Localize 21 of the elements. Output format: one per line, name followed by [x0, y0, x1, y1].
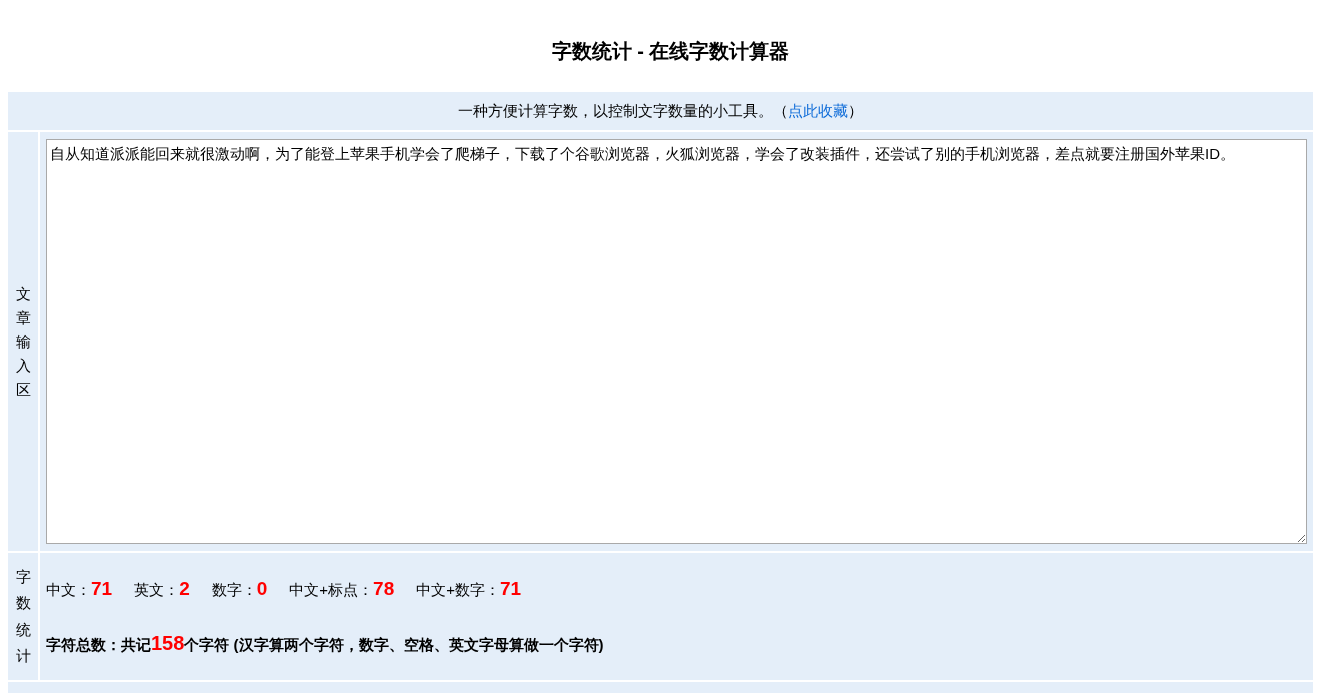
parenthesis: ） — [848, 100, 863, 121]
bookmark-link[interactable]: 点此收藏 — [788, 99, 848, 123]
stat-label: 数字： — [211, 580, 257, 601]
text-input-area[interactable]: 自从知道派派能回来就很激动啊，为了能登上苹果手机学会了爬梯子，下载了个谷歌浏览器，火狐浏览器，学会了改装插件，还尝试了别的手机浏览器，差点就要注册国外苹果ID。 — [46, 139, 1307, 544]
stat-label: 中文+标点： — [289, 580, 374, 601]
stats-label: 字数统计 — [15, 567, 31, 666]
total-note: 个字符 (汉字算两个字符，数字、空格、英文字母算做一个字符) — [184, 634, 604, 655]
total-label: 字符总数：共记 — [46, 634, 151, 655]
page-title: 字数统计 - 在线字数计算器 — [551, 39, 790, 64]
stat-value: 2 — [179, 577, 190, 602]
input-area-label: 文章输入区 — [15, 283, 31, 400]
stat-value: 0 — [256, 577, 268, 602]
stat-value: 71 — [91, 577, 113, 602]
stat-label: 英文： — [134, 580, 180, 601]
parenthesis: （ — [773, 100, 788, 121]
total-count: 158 — [151, 630, 185, 656]
stat-value: 71 — [499, 577, 522, 602]
stat-value: 78 — [373, 577, 395, 602]
stat-label: 中文： — [46, 580, 91, 601]
intro-text: 一种方便计算字数，以控制文字数量的小工具。 — [458, 100, 773, 121]
stat-label: 中文+数字： — [416, 580, 500, 601]
